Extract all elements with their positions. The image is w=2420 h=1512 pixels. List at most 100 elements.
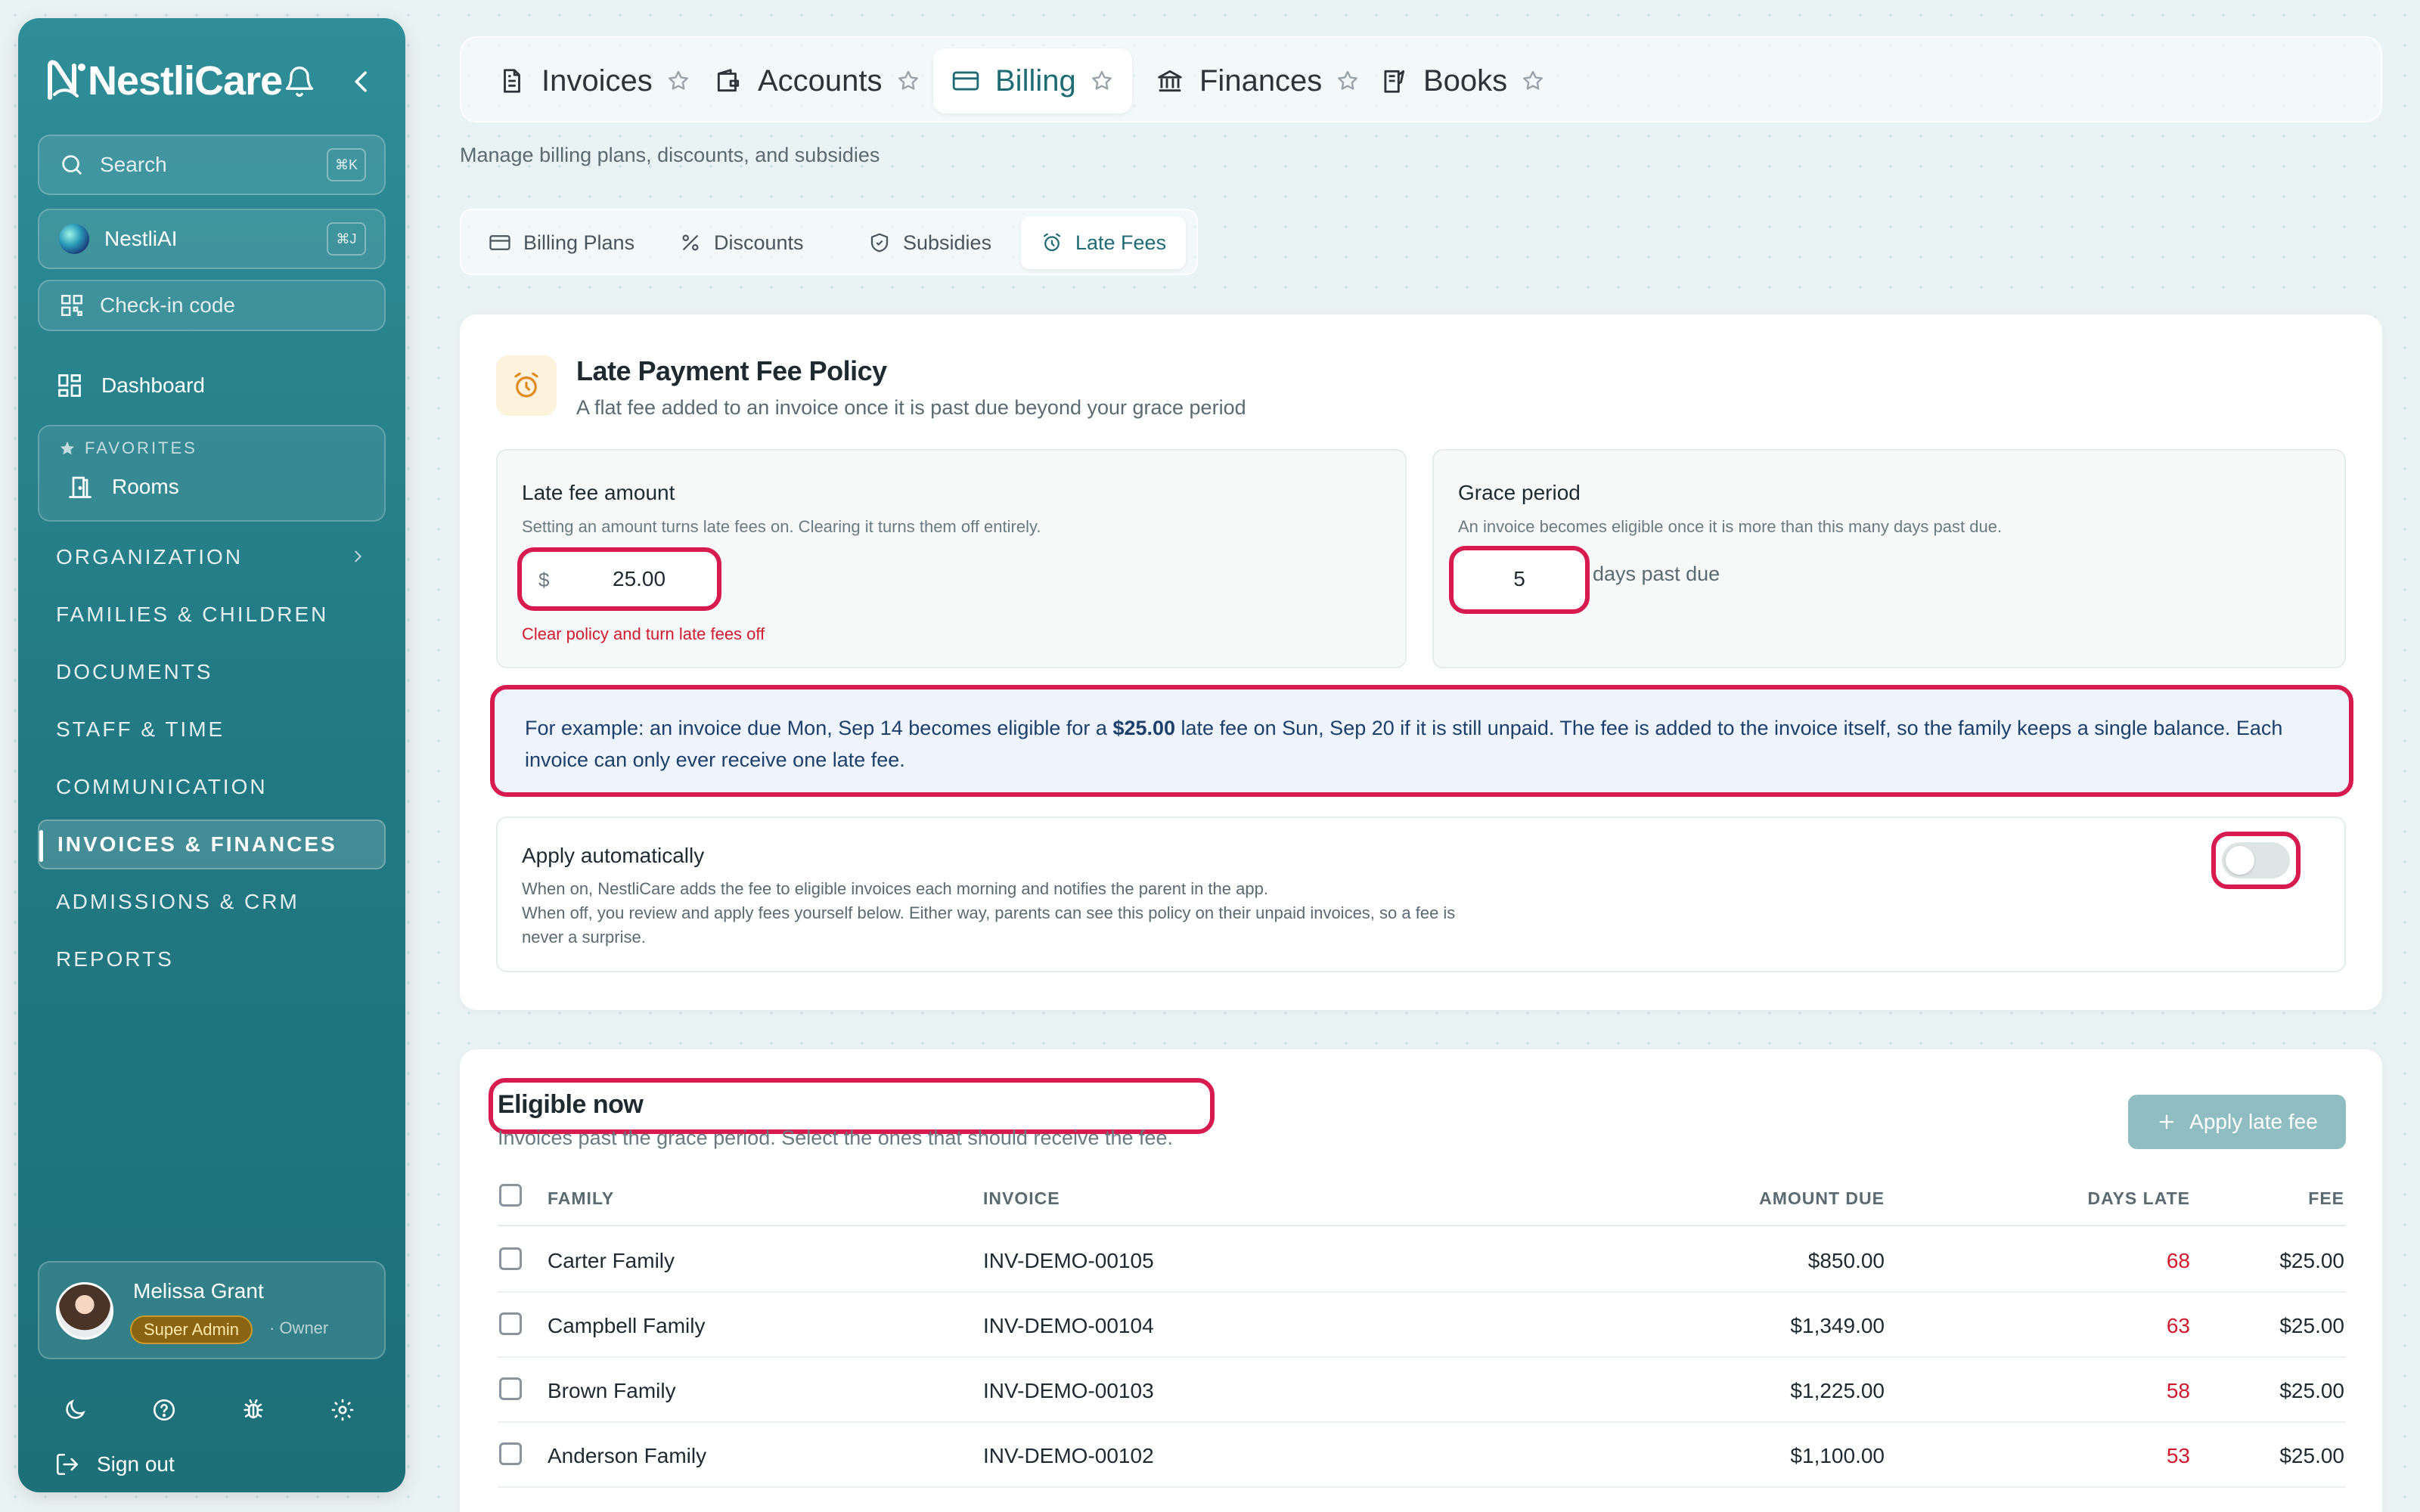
row-invoice: INV-DEMO-00104 bbox=[983, 1314, 1154, 1337]
nav-families-children[interactable]: FAMILIES & CHILDREN bbox=[38, 590, 386, 640]
nav-communication[interactable]: COMMUNICATION bbox=[38, 762, 386, 812]
row-fee: $25.00 bbox=[2279, 1444, 2344, 1467]
row-checkbox[interactable] bbox=[499, 1377, 522, 1400]
user-name: Melissa Grant bbox=[133, 1279, 264, 1303]
row-fee: $25.00 bbox=[2279, 1249, 2344, 1272]
nestliai-button[interactable]: NestliAI ⌘J bbox=[38, 209, 386, 269]
door-icon bbox=[69, 476, 92, 498]
subtab-billing-plans[interactable]: Billing Plans bbox=[469, 216, 654, 269]
example-text-pre: For example: an invoice due Mon, Sep 14 … bbox=[525, 717, 1113, 739]
chevron-right-icon bbox=[355, 550, 362, 562]
select-all-checkbox[interactable] bbox=[499, 1184, 522, 1207]
footer-icons bbox=[62, 1397, 355, 1423]
table-row[interactable]: Carter Family INV-DEMO-00105 $850.00 68 … bbox=[498, 1228, 2346, 1293]
settings-gear-icon[interactable] bbox=[330, 1397, 355, 1423]
row-checkbox[interactable] bbox=[499, 1247, 522, 1270]
star-outline-icon[interactable] bbox=[896, 69, 920, 93]
nav-documents[interactable]: DOCUMENTS bbox=[38, 647, 386, 697]
apply-automatically-line2: When off, you review and apply fees your… bbox=[522, 903, 1456, 947]
clear-policy-link[interactable]: Clear policy and turn late fees off bbox=[522, 624, 765, 644]
apply-late-fee-button[interactable]: Apply late fee bbox=[2128, 1095, 2346, 1149]
grace-period-title: Grace period bbox=[1458, 481, 1581, 504]
table-row[interactable]: Campbell Family INV-DEMO-00104 $1,349.00… bbox=[498, 1293, 2346, 1358]
tab-finances-label: Finances bbox=[1199, 64, 1323, 98]
nav-reports-label: REPORTS bbox=[56, 947, 174, 971]
alarm-icon bbox=[1043, 233, 1061, 252]
nav-admissions-label: ADMISSIONS & CRM bbox=[56, 890, 299, 913]
brand[interactable]: NestliCare bbox=[44, 57, 283, 104]
table-row[interactable]: Brown Family INV-DEMO-00103 $1,225.00 58… bbox=[498, 1358, 2346, 1423]
col-amount-due: AMOUNT DUE bbox=[1759, 1188, 1885, 1208]
late-fee-amount-input[interactable]: $ 25.00 bbox=[517, 547, 721, 611]
apply-automatically-description: When on, NestliCare adds the fee to elig… bbox=[522, 877, 1467, 950]
grace-period-value: 5 bbox=[1513, 567, 1525, 590]
page-subtitle: Manage billing plans, discounts, and sub… bbox=[460, 144, 880, 166]
subtab-late-fees[interactable]: Late Fees bbox=[1021, 216, 1187, 269]
collapse-sidebar-icon[interactable] bbox=[346, 67, 377, 97]
tab-invoices-label: Invoices bbox=[541, 64, 653, 98]
nav-staff-label: STAFF & TIME bbox=[56, 717, 225, 741]
tab-billing-label: Billing bbox=[995, 64, 1076, 98]
user-card[interactable]: Melissa Grant Super Admin · Owner bbox=[38, 1261, 386, 1359]
currency-symbol: $ bbox=[538, 569, 550, 591]
row-amount: $1,225.00 bbox=[1790, 1379, 1885, 1402]
nav-staff-time[interactable]: STAFF & TIME bbox=[38, 705, 386, 754]
col-days-late: DAYS LATE bbox=[2087, 1188, 2190, 1208]
col-invoice: INVOICE bbox=[983, 1188, 1060, 1208]
grace-period-input[interactable]: 5 bbox=[1449, 546, 1590, 614]
favorites-section: FAVORITES Rooms bbox=[38, 425, 386, 522]
subtab-subsidies[interactable]: Subsidies bbox=[849, 216, 1011, 269]
eligible-now-card: Eligible now Invoices past the grace per… bbox=[460, 1049, 2382, 1512]
nav-invoices-finances[interactable]: INVOICES & FINANCES bbox=[38, 820, 386, 869]
star-outline-icon[interactable] bbox=[666, 69, 690, 93]
tab-accounts[interactable]: Accounts bbox=[696, 48, 939, 113]
avatar bbox=[56, 1282, 113, 1340]
favorite-item-rooms[interactable]: Rooms bbox=[67, 473, 179, 500]
tab-invoices[interactable]: Invoices bbox=[479, 48, 709, 113]
brand-logo-icon bbox=[48, 60, 85, 100]
subtab-discounts-label: Discounts bbox=[714, 231, 804, 254]
nav-families-label: FAMILIES & CHILDREN bbox=[56, 603, 329, 626]
col-family: FAMILY bbox=[548, 1188, 615, 1208]
dashboard-label: Dashboard bbox=[101, 373, 205, 397]
row-days-late: 53 bbox=[2166, 1444, 2190, 1467]
col-fee: FEE bbox=[2308, 1188, 2344, 1208]
row-invoice: INV-DEMO-00105 bbox=[983, 1249, 1154, 1272]
favorites-label: FAVORITES bbox=[85, 438, 197, 457]
moon-icon[interactable] bbox=[62, 1397, 88, 1423]
checkin-code-button[interactable]: Check-in code bbox=[38, 280, 386, 331]
nav-dashboard[interactable]: Dashboard bbox=[56, 372, 205, 399]
nav-organization[interactable]: ORGANIZATION bbox=[38, 532, 386, 582]
eligible-title: Eligible now bbox=[498, 1090, 644, 1119]
search-shortcut: ⌘K bbox=[327, 148, 366, 181]
sign-out-button[interactable]: Sign out bbox=[54, 1452, 175, 1477]
tab-finances[interactable]: Finances bbox=[1137, 48, 1378, 113]
tab-billing[interactable]: Billing bbox=[933, 48, 1132, 113]
star-outline-icon[interactable] bbox=[1090, 69, 1114, 93]
tab-books[interactable]: Books bbox=[1361, 48, 1563, 113]
role-sub: · Owner bbox=[269, 1318, 329, 1337]
subtab-subsidies-label: Subsidies bbox=[903, 231, 992, 254]
alarm-icon bbox=[514, 372, 538, 398]
nav-organization-label: ORGANIZATION bbox=[56, 545, 244, 569]
grace-period-hint: An invoice becomes eligible once it is m… bbox=[1458, 517, 2003, 536]
bug-icon[interactable] bbox=[240, 1397, 266, 1423]
wallet-icon bbox=[717, 69, 740, 92]
example-amount: $25.00 bbox=[1112, 717, 1176, 739]
row-amount: $1,100.00 bbox=[1790, 1444, 1885, 1467]
star-outline-icon[interactable] bbox=[1336, 69, 1360, 93]
nav-admissions-crm[interactable]: ADMISSIONS & CRM bbox=[38, 877, 386, 927]
subtab-discounts[interactable]: Discounts bbox=[659, 216, 824, 269]
row-family: Anderson Family bbox=[548, 1444, 707, 1467]
apply-automatically-toggle[interactable] bbox=[2222, 842, 2290, 878]
nav-reports[interactable]: REPORTS bbox=[38, 934, 386, 984]
row-checkbox[interactable] bbox=[499, 1312, 522, 1335]
row-checkbox[interactable] bbox=[499, 1442, 522, 1465]
table-row[interactable]: Anderson Family INV-DEMO-00102 $1,100.00… bbox=[498, 1423, 2346, 1488]
row-days-late: 63 bbox=[2166, 1314, 2190, 1337]
help-icon[interactable] bbox=[151, 1397, 177, 1423]
star-outline-icon[interactable] bbox=[1521, 69, 1545, 93]
bell-icon[interactable] bbox=[283, 65, 316, 98]
search-input[interactable]: Search ⌘K bbox=[38, 135, 386, 195]
bank-icon bbox=[1158, 70, 1182, 92]
